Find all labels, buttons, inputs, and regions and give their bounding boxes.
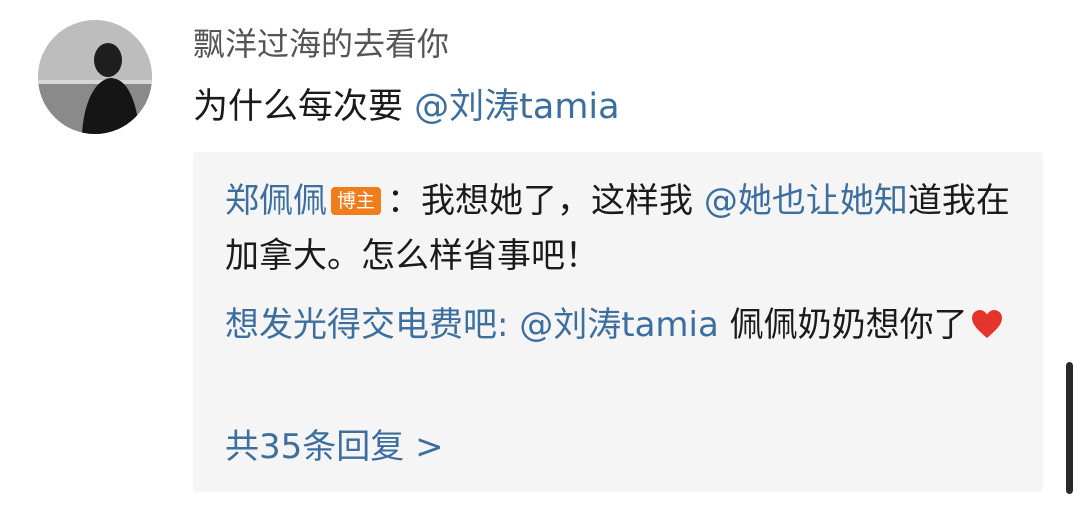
avatar[interactable]	[38, 20, 152, 134]
reply-separator: ：	[387, 181, 422, 221]
comment-username[interactable]: 飘洋过海的去看你	[193, 24, 449, 64]
blogger-badge: 博主	[331, 187, 382, 215]
reply-text: 我想她了，这样我	[421, 181, 694, 221]
avatar-photo	[38, 20, 152, 134]
reply-item: 想发光得交电费吧: @刘涛tamia 佩佩奶奶想你了	[225, 298, 1025, 357]
reply-mention-link[interactable]: @她也让她知	[704, 181, 908, 221]
reply-separator: :	[497, 305, 520, 345]
comment-mention-link[interactable]: @刘涛tamia	[414, 87, 619, 127]
comment-body: 为什么每次要	[193, 87, 404, 127]
scrollbar[interactable]	[1066, 362, 1073, 494]
reply-author-link[interactable]: 郑佩佩	[225, 181, 327, 221]
comment-text: 为什么每次要 @刘涛tamia	[193, 84, 620, 130]
reply-item: 郑佩佩 博主 ：我想她了，这样我 @她也让她知道我在加拿大。怎么样省事吧！	[225, 174, 1025, 284]
replies-panel: 郑佩佩 博主 ：我想她了，这样我 @她也让她知道我在加拿大。怎么样省事吧！ 想发光得…	[193, 152, 1043, 492]
reply-author-link[interactable]: 想发光得交电费吧	[225, 305, 497, 345]
heart-icon	[970, 302, 1004, 357]
reply-mention-link[interactable]: @刘涛tamia	[519, 305, 719, 345]
comment-item: 飘洋过海的去看你 为什么每次要 @刘涛tamia 郑佩佩 博主 ：我想她了，这样我 …	[0, 0, 1080, 510]
reply-text: 佩佩奶奶想你了	[718, 305, 968, 345]
view-more-replies-link[interactable]: 共35条回复 >	[225, 424, 444, 470]
